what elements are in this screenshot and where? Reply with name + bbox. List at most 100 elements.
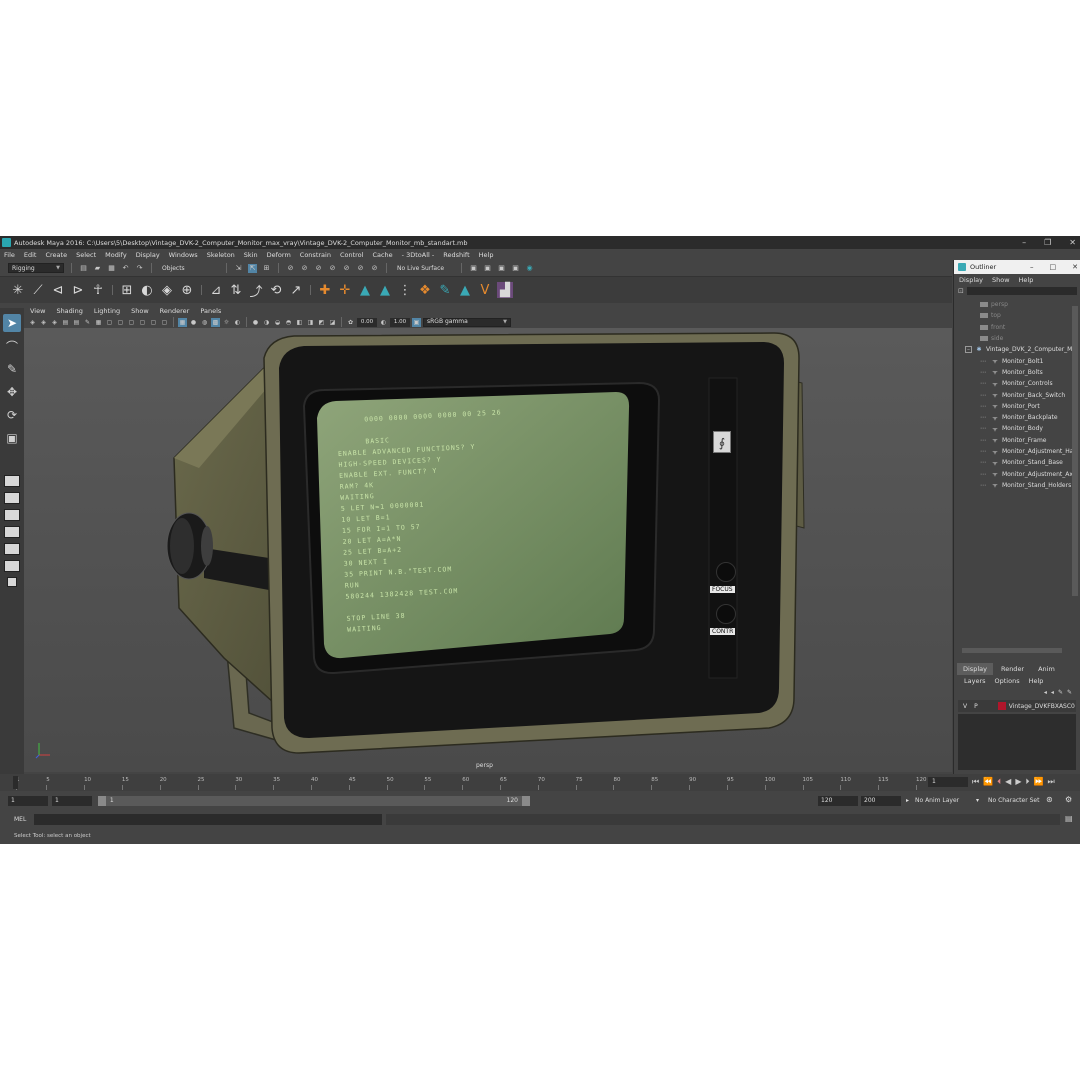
select-hierarchy-icon[interactable]: ⇲ — [234, 264, 243, 273]
character-set-dropdown[interactable]: No Character Set — [988, 797, 1039, 804]
select-component-icon[interactable]: ⊞ — [262, 264, 271, 273]
shelf-more-icon[interactable]: ⋮ — [397, 282, 413, 298]
animation-end-field[interactable]: 200 — [861, 796, 901, 806]
outliner-vertical-scrollbar[interactable] — [1072, 306, 1078, 596]
outliner-item-front[interactable]: front — [954, 322, 1080, 333]
menu-windows[interactable]: Windows — [169, 251, 198, 259]
layer-menu-layers[interactable]: Layers — [964, 677, 986, 685]
menu-help[interactable]: Help — [479, 251, 494, 259]
menu-set-dropdown[interactable]: Rigging ▼ — [8, 263, 64, 273]
use-all-lights-icon[interactable]: ☼ — [222, 318, 231, 327]
gamma-icon[interactable]: ◐ — [379, 318, 388, 327]
humanik-icon[interactable]: ☥ — [90, 282, 106, 298]
xray-joints-icon[interactable]: ◩ — [317, 318, 326, 327]
orient-constraint-icon[interactable]: ⟲ — [268, 282, 284, 298]
redshift-icon[interactable]: ◉ — [525, 264, 534, 273]
outliner-menu-help[interactable]: Help — [1019, 276, 1034, 284]
smooth-skin-icon[interactable]: ◐ — [139, 282, 155, 298]
mel-label[interactable]: MEL — [14, 816, 26, 823]
save-scene-icon[interactable]: ▦ — [107, 264, 116, 273]
menu-control[interactable]: Control — [340, 251, 364, 259]
menu-skin[interactable]: Skin — [244, 251, 258, 259]
filter-icon[interactable]: ⊡ — [958, 287, 964, 295]
outliner-item-child[interactable]: ⋯ ᯤ Monitor_Stand_Holders — [954, 480, 1080, 491]
paint-icon[interactable]: ✎ — [437, 282, 453, 298]
step-forward-key-icon[interactable]: ⏩ — [1033, 777, 1043, 787]
range-slider[interactable]: 1 120 — [98, 796, 530, 806]
two-pane-layout-icon[interactable] — [4, 509, 20, 521]
menu-redshift[interactable]: Redshift — [443, 251, 469, 259]
ik-handle-icon[interactable]: ⟋ — [30, 282, 46, 298]
vp-menu-panels[interactable]: Panels — [200, 307, 221, 315]
outliner-maximize-button[interactable]: □ — [1050, 263, 1057, 271]
anim-layer-arrow-icon[interactable]: ▸ — [906, 797, 909, 804]
tab-anim[interactable]: Anim — [1032, 663, 1061, 675]
sculpt-icon[interactable]: ▲ — [457, 282, 473, 298]
outliner-item-child[interactable]: ⋯ ᯤ Monitor_Adjustment_Axe — [954, 468, 1080, 479]
outliner-item-child[interactable]: ⋯ ᯤ Monitor_Backplate — [954, 412, 1080, 423]
menu-create[interactable]: Create — [45, 251, 67, 259]
mirror-joint-icon[interactable]: ⊳ — [70, 282, 86, 298]
menu-select[interactable]: Select — [76, 251, 96, 259]
wireframe-on-shaded-icon[interactable]: ◍ — [200, 318, 209, 327]
aim-constraint-icon[interactable]: ↗ — [288, 282, 304, 298]
chevron-down-icon[interactable]: ▾ — [976, 797, 979, 804]
move-layer-up-icon[interactable]: ◂ — [1044, 689, 1047, 696]
open-scene-icon[interactable]: ▰ — [93, 264, 102, 273]
auto-key-icon[interactable]: ⊛ — [1046, 795, 1053, 804]
lattice-icon[interactable]: ⊕ — [179, 282, 195, 298]
step-back-key-icon[interactable]: ⏪ — [983, 777, 993, 787]
wireframe-icon[interactable]: ▦ — [178, 317, 187, 327]
outliner-item-child[interactable]: ⋯ ᯤ Monitor_Back_Switch — [954, 389, 1080, 400]
lasso-tool-icon[interactable]: ⌒ — [3, 337, 21, 355]
snap-point-icon[interactable]: ⊘ — [314, 264, 323, 273]
anim-preferences-icon[interactable]: ⚙ — [1065, 795, 1072, 804]
field-chart-icon[interactable]: ▢ — [138, 318, 147, 327]
mel-input[interactable] — [34, 814, 382, 825]
safe-action-icon[interactable]: ▢ — [149, 318, 158, 327]
gate-mask-icon[interactable]: ▢ — [127, 318, 136, 327]
redo-icon[interactable]: ↷ — [135, 264, 144, 273]
outliner-item-side[interactable]: side — [954, 333, 1080, 344]
color-management-icon[interactable]: ▣ — [412, 317, 421, 327]
layer-row[interactable]: V P Vintage_DVKFBXASC0 — [958, 700, 1076, 712]
outliner-horizontal-scrollbar[interactable] — [962, 648, 1062, 653]
layer-color-swatch[interactable] — [997, 702, 1006, 710]
current-frame-field[interactable]: 1 — [928, 777, 968, 787]
outliner-item-persp[interactable]: persp — [954, 299, 1080, 310]
menu-cache[interactable]: Cache — [372, 251, 392, 259]
minimize-button[interactable]: – — [1022, 236, 1026, 249]
isolate-select-icon[interactable]: ◧ — [295, 318, 304, 327]
shadows-icon[interactable]: ◐ — [233, 318, 242, 327]
outliner-item-group[interactable]: – ✱ Vintage_DVK_2_Computer_M — [954, 344, 1080, 355]
four-pane-layout-icon[interactable] — [4, 492, 20, 504]
teal-tool-2-icon[interactable]: ▲ — [377, 282, 393, 298]
selection-mode-dropdown[interactable]: Objects — [159, 263, 219, 273]
range-slider-handle-end[interactable] — [522, 796, 530, 806]
anim-layer-dropdown[interactable]: No Anim Layer — [915, 797, 959, 804]
maximize-button[interactable]: ❐ — [1044, 236, 1051, 249]
rotate-tool-icon[interactable]: ⟳ — [3, 406, 21, 424]
contr-knob[interactable] — [716, 604, 736, 624]
smooth-shade-icon[interactable]: ● — [189, 318, 198, 327]
outliner-minimize-button[interactable]: – — [1030, 263, 1034, 271]
new-scene-icon[interactable]: ▤ — [79, 264, 88, 273]
select-object-icon[interactable]: ⇱ — [248, 263, 257, 273]
camera-select-icon[interactable]: ◈ — [28, 318, 37, 327]
outliner-menu-show[interactable]: Show — [992, 276, 1010, 284]
go-to-start-icon[interactable]: ⏮ — [972, 777, 979, 787]
outliner-item-top[interactable]: top — [954, 310, 1080, 321]
menu-file[interactable]: File — [4, 251, 15, 259]
render-settings-icon[interactable]: ▣ — [497, 264, 506, 273]
menu-3dtoall[interactable]: - 3DtoAll - — [402, 251, 435, 259]
layer-menu-options[interactable]: Options — [995, 677, 1020, 685]
snap-pivot-icon[interactable]: ⊘ — [356, 264, 365, 273]
playback-end-field[interactable]: 120 — [818, 796, 858, 806]
bookmark-icon[interactable]: ◈ — [50, 318, 59, 327]
outliner-item-child[interactable]: ⋯ ᯤ Monitor_Frame — [954, 435, 1080, 446]
textured-icon[interactable]: ▩ — [211, 317, 220, 327]
depth-of-field-icon[interactable]: ◓ — [284, 318, 293, 327]
menu-constrain[interactable]: Constrain — [300, 251, 331, 259]
paint-weights-icon[interactable]: ◈ — [159, 282, 175, 298]
snap-live-icon[interactable]: ⊘ — [370, 264, 379, 273]
